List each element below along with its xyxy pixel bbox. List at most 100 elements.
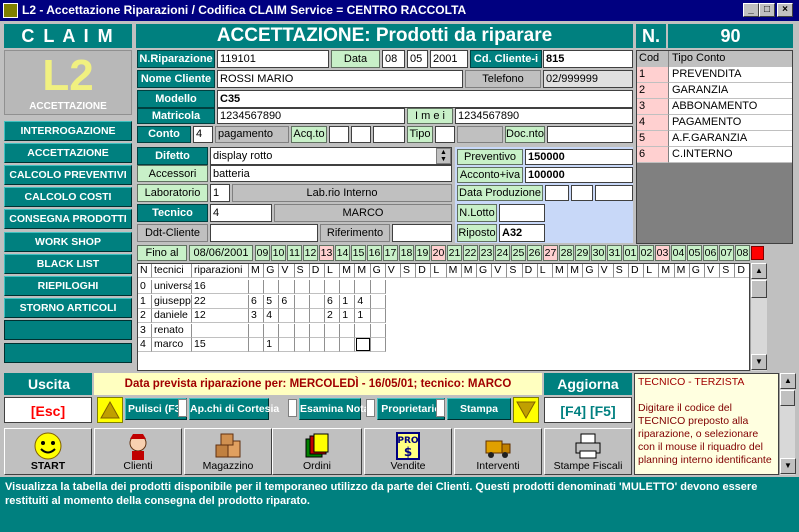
planning-day-cell[interactable]: 1: [340, 309, 356, 323]
f4f5-button[interactable]: [F4] [F5]: [544, 397, 632, 423]
nav-item-storno-articoli[interactable]: STORNO ARTICOLI: [4, 297, 132, 318]
nav-item-work-shop[interactable]: WORK SHOP: [4, 231, 132, 252]
fino-date[interactable]: 08/06/2001: [189, 245, 253, 261]
planning-day-cell[interactable]: [279, 280, 295, 294]
action-checkbox-2[interactable]: [288, 399, 297, 417]
data-month-field[interactable]: 05: [407, 50, 428, 68]
calendar-day[interactable]: 11: [287, 245, 302, 261]
acqto-field-2[interactable]: [351, 126, 371, 143]
calendar-day[interactable]: 15: [351, 245, 366, 261]
planning-day-cell[interactable]: [264, 280, 280, 294]
planning-rip[interactable]: 16: [192, 280, 249, 294]
conto-tipo[interactable]: PAGAMENTO: [669, 115, 792, 131]
arrow-up-button[interactable]: [97, 397, 123, 423]
tel-field[interactable]: 02/999999: [543, 70, 633, 88]
planning-day-cell[interactable]: 1: [264, 338, 280, 352]
conto-tipo[interactable]: A.F.GARANZIA: [669, 131, 792, 147]
planning-day-cell[interactable]: [355, 323, 371, 338]
nav-item-riepiloghi[interactable]: RIEPILOGHI: [4, 275, 132, 296]
planning-rip[interactable]: 15: [192, 338, 249, 352]
planning-day-cell[interactable]: [249, 280, 265, 294]
planning-scrollbar[interactable]: ▲ ▼: [750, 263, 767, 371]
minimize-button[interactable]: _: [743, 3, 759, 17]
ddt-field[interactable]: [210, 224, 318, 242]
planning-day-cell[interactable]: [370, 338, 386, 352]
planning-tec[interactable]: renato: [152, 323, 192, 338]
dataprod-day[interactable]: [545, 185, 569, 201]
calendar-day[interactable]: 02: [639, 245, 654, 261]
toolbar-button-stampe-fiscali[interactable]: Stampe Fiscali: [544, 428, 632, 475]
planning-day-cell[interactable]: 4: [355, 294, 371, 309]
calendar-day[interactable]: 20: [431, 245, 446, 261]
action-button-4[interactable]: Stampa: [447, 398, 511, 420]
acconto-field[interactable]: 100000: [525, 167, 633, 183]
calendar-day[interactable]: 23: [479, 245, 494, 261]
data-year-field[interactable]: 2001: [430, 50, 468, 68]
rif-field[interactable]: [392, 224, 452, 242]
planning-day-cell[interactable]: 4: [264, 309, 280, 323]
planning-tec[interactable]: giuseppe: [152, 294, 192, 309]
action-button-3[interactable]: Proprietario: [377, 398, 445, 420]
toolbar-button-vendite[interactable]: PRO $ Vendite: [364, 428, 452, 475]
planning-day-cell[interactable]: 1: [340, 294, 356, 309]
planning-day-cell[interactable]: [355, 280, 371, 294]
calendar-day[interactable]: 03: [655, 245, 670, 261]
nav-item-interrogazione[interactable]: INTERROGAZIONE: [4, 121, 132, 141]
scroll-up-icon[interactable]: ▲: [751, 263, 767, 279]
conto-cod[interactable]: 5: [637, 131, 669, 147]
action-checkbox-4[interactable]: [436, 399, 445, 417]
planning-day-cell[interactable]: [340, 338, 356, 352]
matricola-field[interactable]: 1234567890: [217, 108, 405, 124]
help-scroll-down-icon[interactable]: ▼: [780, 458, 796, 474]
acqto-field-3[interactable]: [373, 126, 405, 143]
nav-item-accettazione[interactable]: ACCETTAZIONE: [4, 143, 132, 164]
conto-cod[interactable]: 6: [637, 147, 669, 163]
conto-cod[interactable]: 1: [637, 67, 669, 83]
planning-day-cell[interactable]: 1: [355, 309, 371, 323]
acqto-field-1[interactable]: [329, 126, 349, 143]
planning-n[interactable]: 1: [138, 294, 152, 309]
planning-day-cell[interactable]: [370, 294, 386, 309]
nav-item-calcolo-preventivi[interactable]: CALCOLO PREVENTIVI: [4, 165, 132, 186]
difetto-field[interactable]: display rotto: [210, 147, 452, 165]
modello-field[interactable]: C35: [217, 90, 633, 108]
calendar-day[interactable]: 07: [719, 245, 734, 261]
calendar-day[interactable]: 17: [383, 245, 398, 261]
planning-day-cell[interactable]: 6: [249, 294, 265, 309]
calendar-day[interactable]: 18: [399, 245, 414, 261]
planning-n[interactable]: 0: [138, 280, 152, 294]
planning-day-cell[interactable]: [340, 323, 356, 338]
action-button-2[interactable]: Esamina Nota: [299, 398, 369, 420]
planning-day-cell[interactable]: [340, 280, 356, 294]
planning-day-cell[interactable]: [294, 280, 310, 294]
conto-cod[interactable]: 2: [637, 83, 669, 99]
planning-day-cell[interactable]: [309, 309, 325, 323]
calendar-day[interactable]: 19: [415, 245, 430, 261]
planning-day-cell[interactable]: [309, 338, 325, 352]
planning-day-cell[interactable]: [325, 280, 341, 294]
nav-item-black-list[interactable]: BLACK LIST: [4, 253, 132, 274]
dataprod-year[interactable]: [595, 185, 633, 201]
cdcli-field[interactable]: 815: [543, 50, 633, 68]
help-scroll-up-icon[interactable]: ▲: [780, 373, 796, 389]
calendar-day[interactable]: 08: [735, 245, 750, 261]
planning-day-cell[interactable]: [249, 323, 265, 338]
help-scrollbar[interactable]: ▲ ▼: [779, 373, 796, 475]
nrip-field[interactable]: 119101: [217, 50, 329, 68]
toolbar-button-magazzino[interactable]: Magazzino: [184, 428, 272, 475]
planning-tec[interactable]: daniele: [152, 309, 192, 323]
nome-field[interactable]: ROSSI MARIO: [217, 70, 463, 88]
calendar-day[interactable]: 13: [319, 245, 334, 261]
planning-n[interactable]: 2: [138, 309, 152, 323]
tecnico-field[interactable]: 4: [210, 204, 272, 222]
calendar-day[interactable]: 05: [687, 245, 702, 261]
calendar-day[interactable]: 12: [303, 245, 318, 261]
calendar-day[interactable]: 16: [367, 245, 382, 261]
conto-cod[interactable]: 4: [637, 115, 669, 131]
planning-day-cell[interactable]: [325, 323, 341, 338]
calendar-day[interactable]: 22: [463, 245, 478, 261]
calendar-day[interactable]: 25: [511, 245, 526, 261]
maximize-button[interactable]: □: [759, 3, 775, 17]
planning-day-cell[interactable]: 5: [264, 294, 280, 309]
dataprod-month[interactable]: [571, 185, 593, 201]
